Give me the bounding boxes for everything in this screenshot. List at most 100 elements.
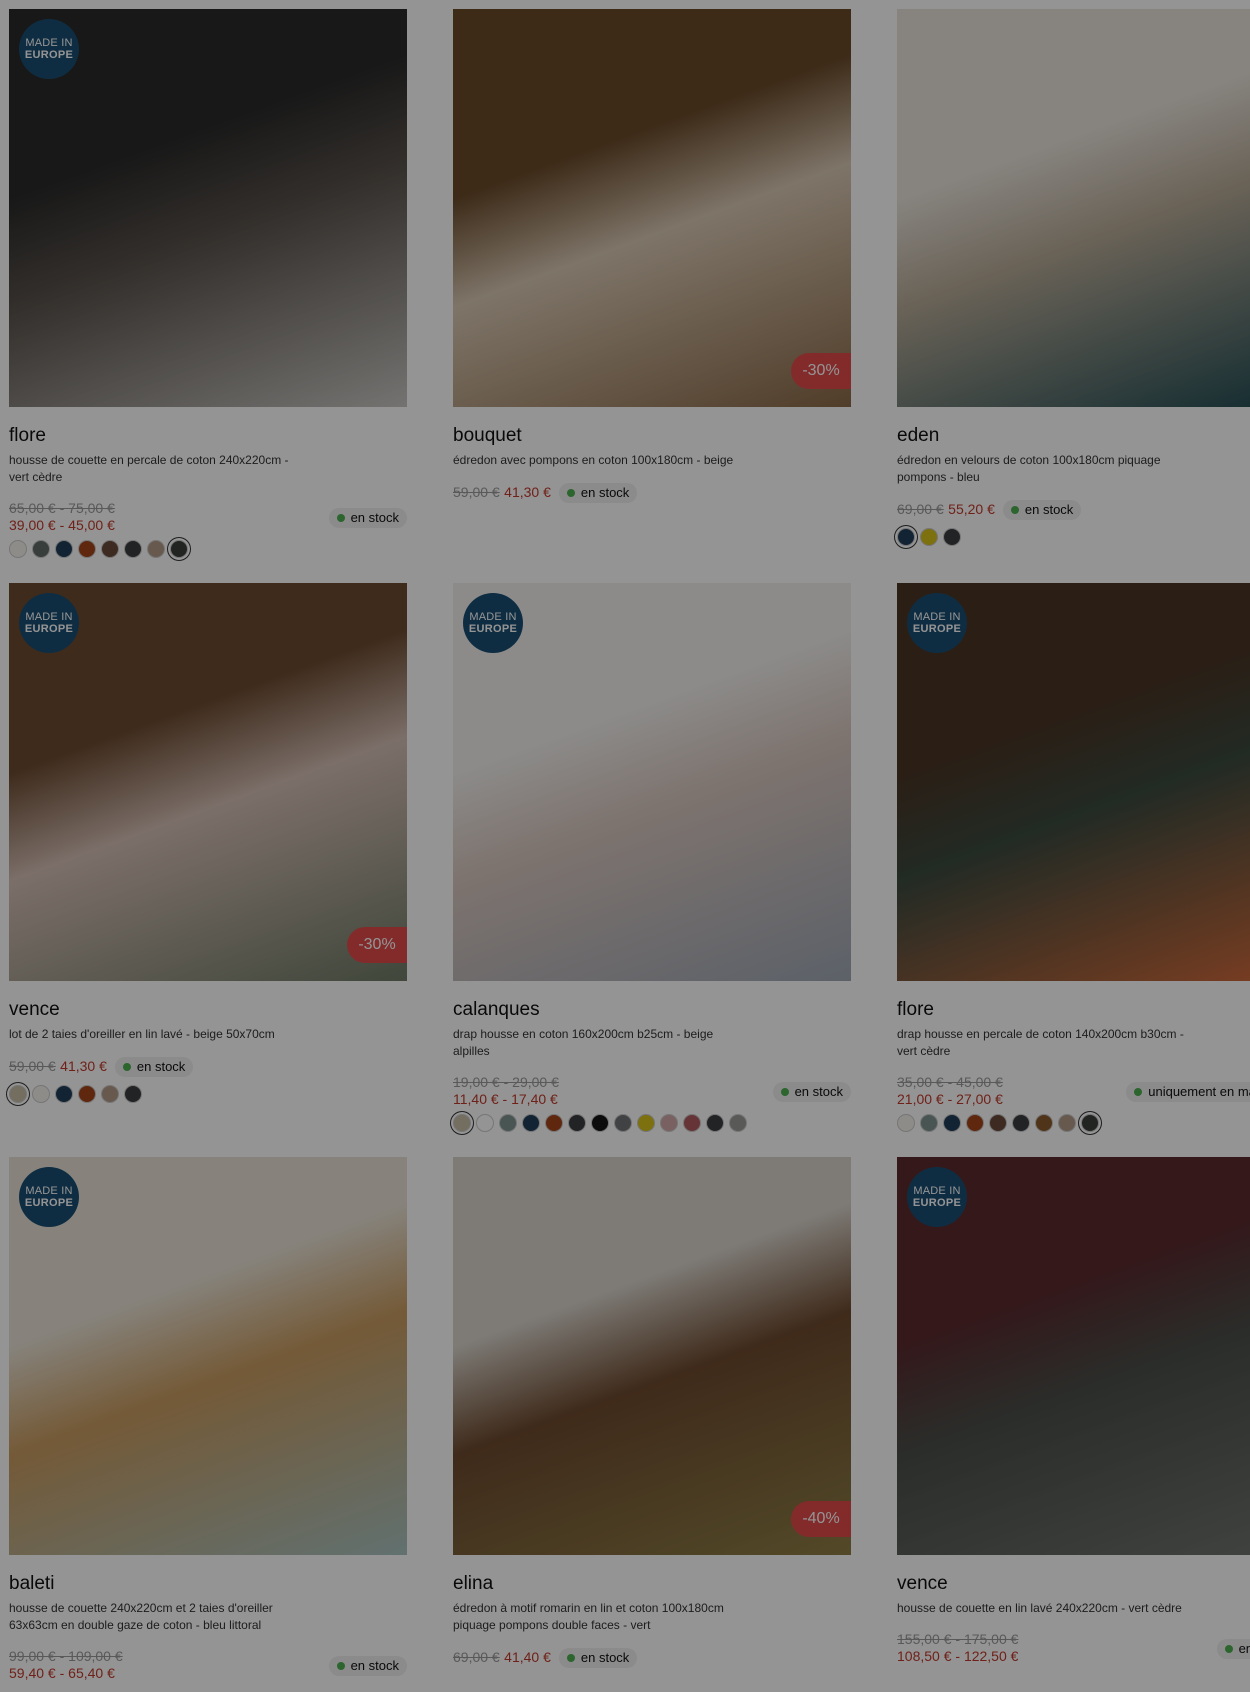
product-card[interactable]: MADE IN EUROPE baleti housse de couette 240…	[9, 1157, 407, 1682]
price-row: 155,00 € - 175,00 €108,50 € - 122,50 € en…	[897, 1631, 1250, 1665]
product-name[interactable]: flore	[897, 998, 1250, 1022]
bedroom-blue-velvet-image[interactable]	[897, 9, 1250, 407]
color-swatch[interactable]	[920, 1114, 938, 1132]
product-description: édredon avec pompons en coton 100x180cm …	[453, 453, 734, 467]
color-swatch[interactable]	[522, 1114, 540, 1132]
color-swatch[interactable]	[101, 540, 119, 558]
color-swatch[interactable]	[55, 1085, 73, 1103]
product-name[interactable]: baleti	[9, 1572, 407, 1596]
color-swatch[interactable]	[170, 540, 188, 558]
badge-line2: EUROPE	[24, 1197, 74, 1209]
beige-quilt-on-beam-image[interactable]: -30%	[453, 9, 851, 407]
original-price: 59,00 €	[9, 1058, 56, 1075]
color-swatch[interactable]	[78, 540, 96, 558]
color-swatches	[897, 1114, 1250, 1132]
badge-line1: MADE IN	[469, 611, 517, 623]
color-swatch[interactable]	[545, 1114, 563, 1132]
product-name[interactable]: elina	[453, 1572, 851, 1596]
product-card[interactable]: MADE IN EUROPE vence housse de couette en l…	[897, 1157, 1250, 1665]
color-swatch[interactable]	[683, 1114, 701, 1132]
badge-line2: EUROPE	[912, 623, 962, 635]
stock-status-badge: en stock	[772, 1082, 851, 1102]
color-swatch[interactable]	[989, 1114, 1007, 1132]
stock-status-text: uniquement en magasin	[1148, 1084, 1250, 1099]
red-wall-green-linen-bed-image[interactable]: MADE IN EUROPE	[897, 1157, 1250, 1555]
color-swatch[interactable]	[147, 540, 165, 558]
linen-bed-pillows-image[interactable]: MADE IN EUROPE -30%	[9, 583, 407, 981]
product-description: édredon à motif romarin en lin et coton …	[453, 1601, 724, 1632]
color-swatch[interactable]	[637, 1114, 655, 1132]
color-swatch[interactable]	[966, 1114, 984, 1132]
product-card[interactable]: -40% elina édredon à motif romarin en lin …	[453, 1157, 851, 1670]
color-swatch[interactable]	[943, 1114, 961, 1132]
bedroom-dark-wood-bed-image[interactable]: MADE IN EUROPE	[9, 9, 407, 407]
made-in-europe-badge: MADE IN EUROPE	[19, 1167, 79, 1227]
color-swatch[interactable]	[706, 1114, 724, 1132]
color-swatch[interactable]	[660, 1114, 678, 1132]
sale-price: 41,30 €	[504, 484, 551, 501]
discount-badge: -40%	[791, 1501, 851, 1537]
product-listing-page: MADE IN EUROPE flore housse de couette en p…	[0, 0, 1250, 1692]
badge-line1: MADE IN	[913, 1185, 961, 1197]
green-sheet-orange-pillow-image[interactable]: MADE IN EUROPE	[897, 583, 1250, 981]
color-swatch[interactable]	[124, 1085, 142, 1103]
product-card[interactable]: MADE IN EUROPE flore housse de couette en p…	[9, 9, 407, 558]
badge-line2: EUROPE	[24, 49, 74, 61]
availability-dot-icon	[1224, 1645, 1233, 1653]
price-row: 65,00 € - 75,00 €39,00 € - 45,00 € en sto…	[9, 500, 407, 534]
color-swatch[interactable]	[101, 1085, 119, 1103]
color-swatch[interactable]	[591, 1114, 609, 1132]
color-swatch[interactable]	[1012, 1114, 1030, 1132]
color-swatch[interactable]	[9, 1085, 27, 1103]
color-swatch[interactable]	[1035, 1114, 1053, 1132]
color-swatch[interactable]	[124, 540, 142, 558]
product-name[interactable]: bouquet	[453, 424, 851, 448]
made-in-europe-badge: MADE IN EUROPE	[907, 1167, 967, 1227]
fitted-sheet-mattress-image[interactable]: MADE IN EUROPE	[453, 583, 851, 981]
product-name[interactable]: vence	[9, 998, 407, 1022]
product-name[interactable]: calanques	[453, 998, 851, 1022]
original-price: 155,00 € - 175,00 €	[897, 1631, 1019, 1647]
color-swatch[interactable]	[55, 540, 73, 558]
rattan-headboard-bed-image[interactable]: MADE IN EUROPE	[9, 1157, 407, 1555]
color-swatch[interactable]	[499, 1114, 517, 1132]
product-card[interactable]: -30% bouquet édredon avec pompons en coton…	[453, 9, 851, 505]
color-swatch[interactable]	[897, 1114, 915, 1132]
price-row: 69,00 € 55,20 € en stock	[897, 500, 1250, 522]
product-card[interactable]: eden édredon en velours de coton 100x180c…	[897, 9, 1250, 546]
color-swatch[interactable]	[1081, 1114, 1099, 1132]
stock-status-text: en stock	[1024, 502, 1074, 517]
color-swatch[interactable]	[78, 1085, 96, 1103]
product-name[interactable]: vence	[897, 1572, 1250, 1596]
product-name[interactable]: flore	[9, 424, 407, 448]
product-card[interactable]: MADE IN EUROPE -30% vence lot de 2 taies d'o…	[9, 583, 407, 1103]
badge-line1: MADE IN	[25, 611, 73, 623]
badge-line2: EUROPE	[912, 1197, 962, 1209]
color-swatch[interactable]	[9, 540, 27, 558]
stock-status-badge: en stock	[328, 508, 407, 528]
color-swatch[interactable]	[32, 1085, 50, 1103]
stock-status-badge: en stock	[114, 1057, 194, 1077]
made-in-europe-badge: MADE IN EUROPE	[19, 19, 79, 79]
price-line: 69,00 € 55,20 € en stock	[897, 500, 1250, 520]
product-card[interactable]: MADE IN EUROPE calanques drap housse en cot…	[453, 583, 851, 1132]
availability-dot-icon	[780, 1088, 789, 1096]
color-swatch[interactable]	[32, 540, 50, 558]
made-in-europe-badge: MADE IN EUROPE	[907, 593, 967, 653]
color-swatch[interactable]	[729, 1114, 747, 1132]
color-swatch[interactable]	[943, 528, 961, 546]
rattan-chair-quilt-image[interactable]: -40%	[453, 1157, 851, 1555]
product-card[interactable]: MADE IN EUROPE flore drap housse en percale…	[897, 583, 1250, 1132]
price-line: 69,00 € 41,40 € en stock	[453, 1648, 851, 1668]
product-description: housse de couette en lin lavé 240x220cm …	[897, 1601, 1182, 1615]
color-swatch[interactable]	[568, 1114, 586, 1132]
color-swatch[interactable]	[453, 1114, 471, 1132]
color-swatch[interactable]	[1058, 1114, 1076, 1132]
color-swatch[interactable]	[614, 1114, 632, 1132]
color-swatch[interactable]	[897, 528, 915, 546]
color-swatches	[897, 528, 1250, 546]
color-swatch[interactable]	[920, 528, 938, 546]
made-in-europe-badge: MADE IN EUROPE	[463, 593, 523, 653]
product-name[interactable]: eden	[897, 424, 1250, 448]
color-swatch[interactable]	[476, 1114, 494, 1132]
